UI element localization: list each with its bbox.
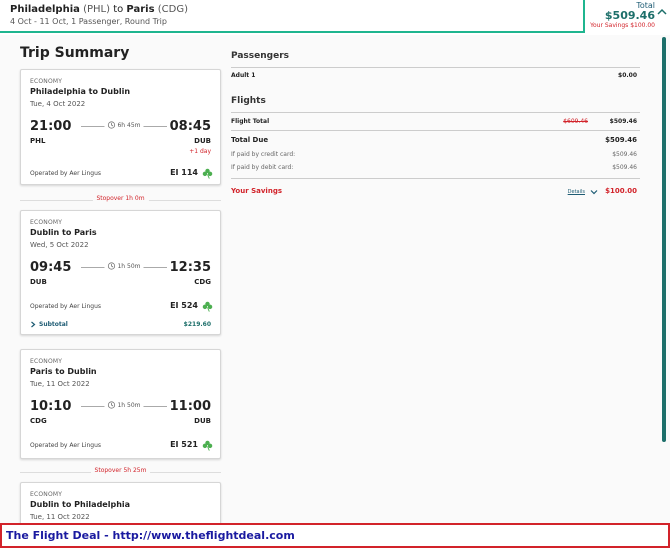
subtotal-amount: $219.60 [183,321,211,328]
cabin-class: ECONOMY [30,358,63,365]
adult-amount: $0.00 [618,72,637,79]
flight-title: Dublin to Paris [30,228,97,237]
route-title: Philadelphia (PHL) to Paris (CDG) [10,4,188,15]
savings-label: Your Savings [231,187,282,195]
arrival-code: DUB [194,417,211,425]
dest-code: (CDG) [157,4,188,15]
total-due-amount: $509.46 [605,136,637,144]
flight-card: ECONOMY Paris to Dublin Tue, 11 Oct 2022… [20,349,221,459]
flight-duration: 1h 50m [81,262,167,272]
departure-code: CDG [30,417,47,425]
cabin-class: ECONOMY [30,219,63,226]
flight-total-amount: $509.46 [609,118,637,125]
flight-card: ECONOMY Dublin to Philadelphia Tue, 11 O… [20,482,221,523]
total-summary-toggle[interactable]: Total $509.46 Your Savings $100.00 [583,0,670,33]
flight-total-label: Flight Total [231,118,270,125]
flight-number: EI 114 [170,168,198,177]
departure-time: 10:10 [30,399,72,414]
operator: Operated by Aer Lingus [30,303,102,310]
shamrock-icon [202,301,213,312]
credit-card-label: If paid by credit card: [231,151,296,158]
origin-code: (PHL) [83,4,110,15]
flight-total-original: $609.46 [563,118,588,125]
flight-number: EI 524 [170,301,198,310]
dest-city: Paris [126,4,155,15]
route-subtitle: 4 Oct - 11 Oct, 1 Passenger, Round Trip [10,17,167,26]
flight-date: Tue, 4 Oct 2022 [30,100,86,108]
departure-time: 21:00 [30,119,72,134]
cabin-class: ECONOMY [30,78,63,85]
scrollbar-thumb[interactable] [662,37,666,442]
arrival-time: 08:45 [169,119,211,134]
clock-icon [107,262,116,270]
header-savings: Your Savings $100.00 [590,22,655,29]
flight-title: Paris to Dublin [30,367,97,376]
passengers-heading: Passengers [231,51,289,61]
operator: Operated by Aer Lingus [30,442,102,449]
arrival-time: 11:00 [169,399,211,414]
duration-text: 1h 50m [117,402,141,409]
origin-city: Philadelphia [10,4,80,15]
adult-label: Adult 1 [231,72,256,79]
flight-title: Philadelphia to Dublin [30,87,131,96]
flight-number: EI 521 [170,440,198,449]
day-offset: +1 day [189,148,211,155]
credit-card-amount: $509.46 [612,151,637,158]
clock-icon [107,401,116,409]
stopover-divider: Stopover 5h 25m [20,467,221,477]
flight-title: Dublin to Philadelphia [30,500,131,509]
top-bar: Philadelphia (PHL) to Paris (CDG) 4 Oct … [0,0,670,33]
stopover-label: Stopover 5h 25m [90,467,151,474]
watermark-banner: The Flight Deal - http://www.theflightde… [0,523,670,548]
total-amount: $509.46 [604,9,655,22]
shamrock-icon [202,440,213,451]
chevron-up-icon[interactable] [657,8,667,16]
flights-heading: Flights [231,96,266,106]
arrival-code: CDG [194,278,211,286]
stopover-label: Stopover 1h 0m [92,195,149,202]
route-to: to [113,4,124,15]
arrival-code: DUB [194,137,211,145]
clock-icon [107,121,116,129]
departure-time: 09:45 [30,260,72,275]
chevron-down-icon[interactable] [590,189,598,195]
chevron-right-icon[interactable] [30,321,36,328]
flight-date: Tue, 11 Oct 2022 [30,380,90,388]
flight-duration: 6h 45m [81,121,167,131]
duration-text: 1h 50m [117,263,141,270]
flight-duration: 1h 50m [81,401,167,411]
duration-text: 6h 45m [117,122,141,129]
operator: Operated by Aer Lingus [30,170,102,177]
main-content: Trip Summary ECONOMY Philadelphia to Dub… [0,35,670,523]
flight-date: Tue, 11 Oct 2022 [30,513,90,521]
debit-card-label: If paid by debit card: [231,164,294,171]
flight-card: ECONOMY Philadelphia to Dublin Tue, 4 Oc… [20,69,221,185]
watermark-text: The Flight Deal - http://www.theflightde… [6,529,295,542]
flight-card: ECONOMY Dublin to Paris Wed, 5 Oct 2022 … [20,210,221,335]
flight-date: Wed, 5 Oct 2022 [30,241,89,249]
total-due-label: Total Due [231,136,269,144]
savings-details-link[interactable]: Details [568,189,585,195]
stopover-divider: Stopover 1h 0m [20,195,221,205]
departure-code: PHL [30,137,46,145]
debit-card-amount: $509.46 [612,164,637,171]
savings-amount: $100.00 [605,187,637,195]
subtotal-toggle[interactable]: Subtotal [39,321,68,328]
shamrock-icon [202,168,213,179]
arrival-time: 12:35 [169,260,211,275]
departure-code: DUB [30,278,47,286]
cabin-class: ECONOMY [30,491,63,498]
page-title: Trip Summary [20,45,130,61]
